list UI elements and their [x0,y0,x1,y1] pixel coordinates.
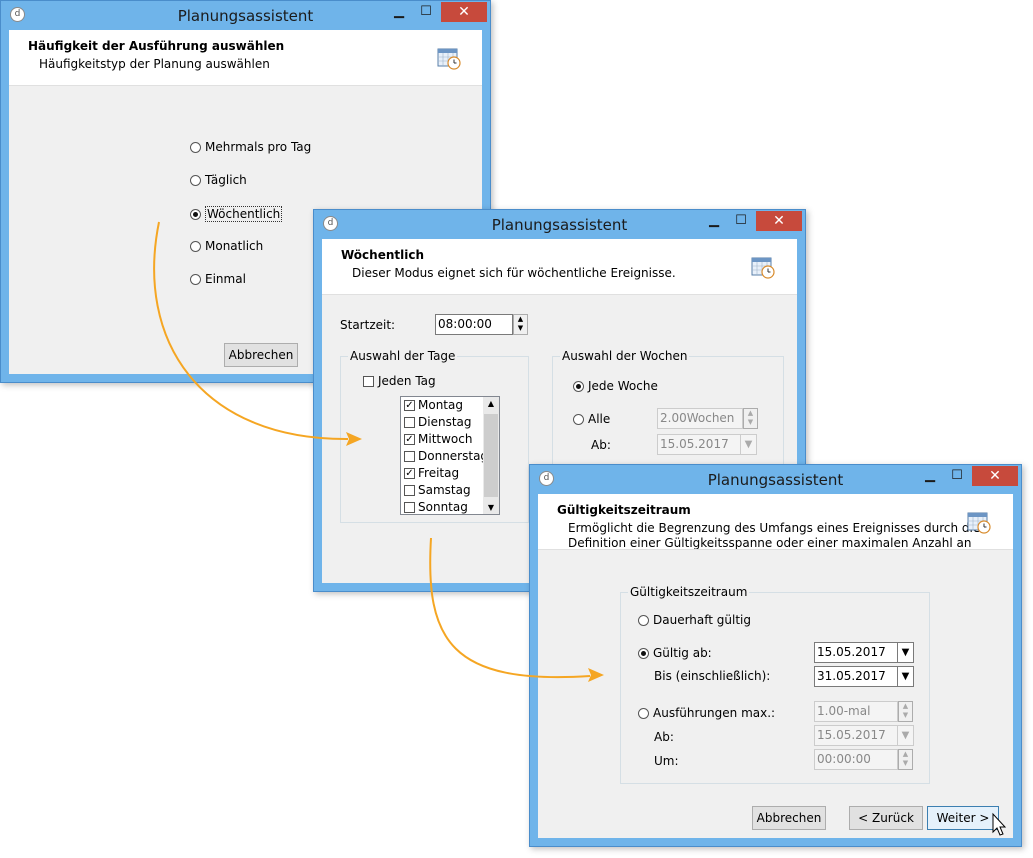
next-button[interactable]: Weiter > [927,806,999,830]
scroll-down-icon[interactable]: ▼ [483,503,499,512]
weeks-group-label: Auswahl der Wochen [560,349,690,363]
header-title: Häufigkeit der Ausführung auswählen [28,39,285,53]
radio-valid-from[interactable]: Gültig ab: [638,646,712,660]
until-label: Bis (einschließlich): [654,669,771,683]
list-item[interactable]: Dienstag [404,415,472,429]
cancel-button[interactable]: Abbrechen [224,343,298,367]
maximize-button[interactable]: ☐ [729,211,753,231]
every-day-checkbox[interactable]: Jeden Tag [363,374,436,388]
radio-permanent[interactable]: Dauerhaft gültig [638,613,751,627]
maximize-button[interactable]: ☐ [414,2,438,22]
radio-every-n-weeks[interactable]: Alle [573,412,610,426]
radio-daily[interactable]: Täglich [190,173,247,187]
cancel-button[interactable]: Abbrechen [752,806,826,830]
scroll-up-icon[interactable]: ▲ [483,399,499,408]
max-runs-input[interactable]: 1.00-mal [814,701,898,722]
start-time-input[interactable]: 08:00:00 [435,314,513,335]
minimize-button[interactable]: ▁ [387,2,411,22]
minimize-button[interactable]: ▁ [702,211,726,231]
calendar-icon [751,255,775,279]
radio-multiple-per-day[interactable]: Mehrmals pro Tag [190,140,311,154]
maximize-button[interactable]: ☐ [945,466,969,486]
close-button[interactable]: ✕ [756,211,802,231]
header-subtitle: Dieser Modus eignet sich für wöchentlich… [352,266,676,280]
until-date[interactable]: 31.05.2017 [814,666,898,687]
header-subtitle: Häufigkeitstyp der Planung auswählen [39,57,270,71]
weeks-from-date[interactable]: 15.05.2017 [657,434,741,455]
back-button[interactable]: < Zurück [849,806,923,830]
radio-weekly[interactable]: Wöchentlich [190,206,283,222]
runs-at-spinner[interactable]: ▲ ▼ [898,749,913,770]
runs-from-date[interactable]: 15.05.2017 [814,725,898,746]
scroll-thumb[interactable] [484,414,498,497]
weeks-from-label: Ab: [591,438,611,452]
list-item[interactable]: ✓ Montag [404,398,463,412]
titlebar[interactable]: d Planungsassistent ▁ ☐ ✕ [314,210,805,239]
valid-from-dropdown[interactable]: ▼ [897,642,914,663]
radio-once[interactable]: Einmal [190,272,246,286]
titlebar[interactable]: d Planungsassistent ▁ ☐ ✕ [530,465,1021,494]
runs-at-label: Um: [654,754,679,768]
calendar-icon [437,46,461,70]
days-group-label: Auswahl der Tage [348,349,458,363]
days-list[interactable]: ✓ Montag Dienstag ✓ Mittwoch Donnerstag ✓ F… [400,396,500,515]
header-title: Gültigkeitszeitraum [557,503,691,517]
runs-from-dropdown[interactable]: ▼ [897,725,914,746]
runs-at-time[interactable]: 00:00:00 [814,749,898,770]
header-title: Wöchentlich [341,248,425,262]
days-group: Auswahl der Tage Jeden Tag ✓ Montag Diens… [340,349,529,523]
header-subtitle-line1: Ermöglicht die Begrenzung des Umfangs ei… [568,521,981,535]
start-time-label: Startzeit: [340,318,396,332]
radio-every-week[interactable]: Jede Woche [573,379,658,393]
close-button[interactable]: ✕ [441,2,487,22]
list-item[interactable]: Sonntag [404,500,468,514]
radio-max-runs[interactable]: Ausführungen max.: [638,706,775,720]
close-button[interactable]: ✕ [972,466,1018,486]
header-subtitle-line2: Definition einer Gültigkeitsspanne oder … [568,536,972,550]
weeks-group: Auswahl der Wochen Jede Woche Alle 2.00W… [552,349,784,466]
radio-monthly[interactable]: Monatlich [190,239,263,253]
weeks-interval-spinner[interactable]: ▲ ▼ [743,408,758,429]
runs-from-label: Ab: [654,730,674,744]
list-item[interactable]: ✓ Mittwoch [404,432,472,446]
valid-from-date[interactable]: 15.05.2017 [814,642,898,663]
minimize-button[interactable]: ▁ [918,466,942,486]
dialog-header: Häufigkeit der Ausführung auswählen Häuf… [9,30,482,86]
list-item[interactable]: Samstag [404,483,471,497]
weeks-from-dropdown[interactable]: ▼ [740,434,757,455]
dialog-body: Gültigkeitszeitraum Ermöglicht die Begre… [538,494,1013,838]
calendar-icon [967,510,991,534]
validity-group-label: Gültigkeitszeitraum [628,585,750,599]
list-item[interactable]: Donnerstag [404,449,488,463]
weeks-interval-input[interactable]: 2.00Wochen [657,408,743,429]
start-time-spinner[interactable]: ▲ ▼ [513,314,528,335]
max-runs-spinner[interactable]: ▲ ▼ [898,701,913,722]
dialog-validity: d Planungsassistent ▁ ☐ ✕ Gültigkeitszei… [529,464,1022,847]
dialog-header: Wöchentlich Dieser Modus eignet sich für… [322,239,797,295]
list-item[interactable]: ✓ Freitag [404,466,459,480]
titlebar[interactable]: d Planungsassistent ▁ ☐ ✕ [1,1,490,30]
list-scrollbar[interactable]: ▲ ▼ [483,397,499,514]
until-dropdown[interactable]: ▼ [897,666,914,687]
dialog-header: Gültigkeitszeitraum Ermöglicht die Begre… [538,494,1013,550]
validity-group: Gültigkeitszeitraum Dauerhaft gültig Gül… [620,585,930,784]
